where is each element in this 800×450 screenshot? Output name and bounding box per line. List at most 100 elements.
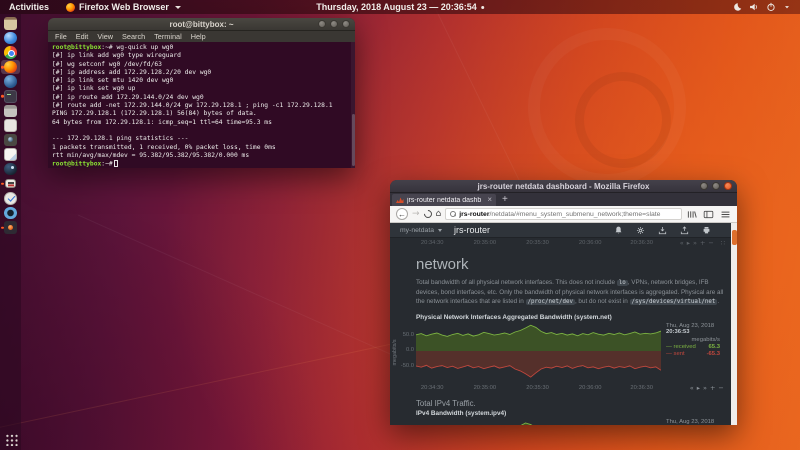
import-icon[interactable]	[658, 226, 667, 235]
new-tab-button[interactable]: +	[496, 194, 514, 205]
chart-plot-area[interactable]	[416, 419, 661, 425]
dock-item-screenshot-tool[interactable]	[1, 133, 20, 148]
activities-button[interactable]: Activities	[0, 0, 58, 14]
forward-button[interactable]: →	[412, 209, 420, 219]
menu-edit[interactable]: Edit	[76, 32, 89, 41]
x-tick-label: 20:36:00	[578, 384, 602, 391]
menu-help[interactable]: Help	[191, 32, 206, 41]
zoom-out-icon[interactable]: −	[718, 384, 723, 392]
system-tray-menu[interactable]	[724, 0, 800, 14]
dock-item-terminal[interactable]	[1, 89, 20, 104]
dock-item-media-app[interactable]	[1, 220, 20, 235]
tab-close-icon[interactable]: ×	[487, 196, 492, 204]
terminal-titlebar[interactable]: root@bittybox: ~	[48, 18, 355, 31]
dock-item-firefox[interactable]	[1, 59, 20, 75]
power-icon	[766, 2, 776, 12]
print-icon[interactable]	[702, 226, 711, 235]
chart-plot-area[interactable]	[415, 323, 662, 384]
terminal-line: root@bittybox:~# wg-quick up wg0	[52, 44, 174, 51]
menu-terminal[interactable]: Terminal	[154, 32, 182, 41]
minimize-button[interactable]	[318, 20, 326, 28]
volume-icon	[749, 2, 759, 12]
home-button[interactable]: ⌂	[436, 209, 442, 219]
x-tick-label: 20:34:30	[420, 240, 444, 246]
legend-series-name: — sent	[666, 350, 685, 357]
dock-item-vnc-viewer[interactable]	[1, 177, 20, 192]
terminal-icon	[4, 90, 17, 103]
close-button[interactable]	[342, 20, 350, 28]
library-icon[interactable]	[686, 209, 697, 220]
dock-item-steam[interactable]	[1, 162, 20, 177]
chart-system-ipv4[interactable]: IPv4 Bandwidth (system.ipv4) 50.0 Thu, Au…	[390, 410, 737, 425]
gear-icon[interactable]	[636, 226, 645, 235]
dock-item-text-editor[interactable]	[1, 118, 20, 133]
firefox-titlebar[interactable]: jrs-router netdata dashboard - Mozilla F…	[390, 180, 737, 193]
document-viewer-icon	[4, 148, 17, 161]
back-button[interactable]: ←	[396, 208, 408, 220]
dock-item-libreoffice[interactable]	[1, 104, 20, 119]
dock-item-thunderbird[interactable]	[1, 74, 20, 89]
dock-item-files[interactable]	[1, 16, 20, 31]
zoom-in-icon[interactable]: +	[710, 384, 715, 392]
content-scrollbar[interactable]	[731, 223, 737, 425]
maximize-button[interactable]	[330, 20, 338, 28]
minimize-button[interactable]	[700, 182, 708, 190]
x-tick-label: 20:35:30	[526, 384, 549, 391]
close-button[interactable]	[724, 182, 732, 190]
play-icon[interactable]: ▸	[687, 239, 690, 247]
remmina-icon	[4, 206, 17, 220]
legend-row-sent[interactable]: — sent -65.3	[666, 351, 720, 357]
menu-file[interactable]: File	[55, 32, 67, 41]
pan-backward-icon[interactable]: «	[690, 384, 694, 392]
show-applications-button[interactable]	[4, 433, 17, 446]
dock-item-software-updater[interactable]	[1, 191, 20, 206]
running-indicator	[1, 65, 4, 69]
sidebar-icon[interactable]	[703, 209, 714, 220]
play-icon[interactable]: ▸	[697, 384, 700, 392]
bell-icon[interactable]	[614, 226, 623, 235]
maximize-button[interactable]	[712, 182, 720, 190]
terminal-line: 64 bytes from 172.29.128.1: icmp_seq=1 t…	[52, 118, 272, 126]
subsection-label: Total IPv4 Traffic.	[416, 398, 476, 408]
app-menu-button[interactable]: Firefox Web Browser	[58, 0, 189, 14]
clock-button[interactable]: Thursday, 2018 August 23 — 20:36:54	[316, 0, 484, 14]
dock-item-document-viewer[interactable]	[1, 147, 20, 162]
legend-series-value: -65.3	[706, 350, 720, 357]
moon-icon	[733, 2, 742, 12]
terminal-scrollbar[interactable]	[351, 42, 355, 168]
my-netdata-menu-button[interactable]: my-netdata	[400, 227, 443, 234]
zoom-in-icon[interactable]: +	[700, 239, 705, 247]
prompt-user: root@bittybox	[52, 160, 102, 168]
pan-backward-icon[interactable]: «	[680, 239, 684, 247]
pan-forward-icon[interactable]: »	[693, 239, 697, 247]
zoom-out-icon[interactable]: −	[708, 239, 713, 247]
legend-row-received[interactable]: — received 65.3	[666, 344, 720, 350]
pan-forward-icon[interactable]: »	[703, 384, 707, 392]
reload-button[interactable]	[421, 208, 434, 220]
tab-netdata-dashboard[interactable]: jrs-router netdata dashb ×	[392, 194, 496, 206]
scrollbar-thumb[interactable]	[731, 230, 737, 245]
dock-item-chrome[interactable]	[1, 45, 20, 60]
dock-item-chromium[interactable]	[1, 31, 20, 46]
caret-down-icon	[783, 3, 791, 11]
menu-view[interactable]: View	[97, 32, 113, 41]
netdata-host-name[interactable]: jrs-router	[454, 225, 490, 235]
caret-down-icon	[438, 228, 443, 232]
inline-code: lo	[616, 280, 628, 286]
menu-search[interactable]: Search	[122, 32, 145, 41]
chart-legend: Thu, Aug 23, 201820:36:53megabits/s— rec…	[661, 323, 723, 384]
y-axis-ticks: 50.0 0.0 -50.0	[400, 331, 414, 369]
terminal-line: [#] ip link set mtu 1420 dev wg0	[52, 77, 174, 85]
chart-system-net[interactable]: Physical Network Interfaces Aggregated B…	[390, 314, 737, 392]
y-axis-label	[390, 419, 398, 425]
export-icon[interactable]	[680, 225, 689, 235]
netdata-dashboard: my-netdata jrs-router 20:34:30 20:35:00 20…	[390, 223, 737, 425]
dock-item-remmina[interactable]	[1, 206, 20, 221]
terminal-output[interactable]: root@bittybox:~# wg-quick up wg0 [#] ip l…	[48, 42, 355, 168]
url-path: /netdata/#menu_system_submenu_network;th…	[489, 210, 661, 218]
x-tick-label: 20:34:30	[420, 384, 444, 391]
menu-icon[interactable]	[720, 209, 731, 220]
firefox-window: jrs-router netdata dashboard - Mozilla F…	[390, 180, 737, 425]
url-bar[interactable]: jrs-router/netdata/#menu_system_submenu_…	[445, 208, 682, 220]
resize-handle-icon[interactable]: ∷	[721, 239, 725, 247]
